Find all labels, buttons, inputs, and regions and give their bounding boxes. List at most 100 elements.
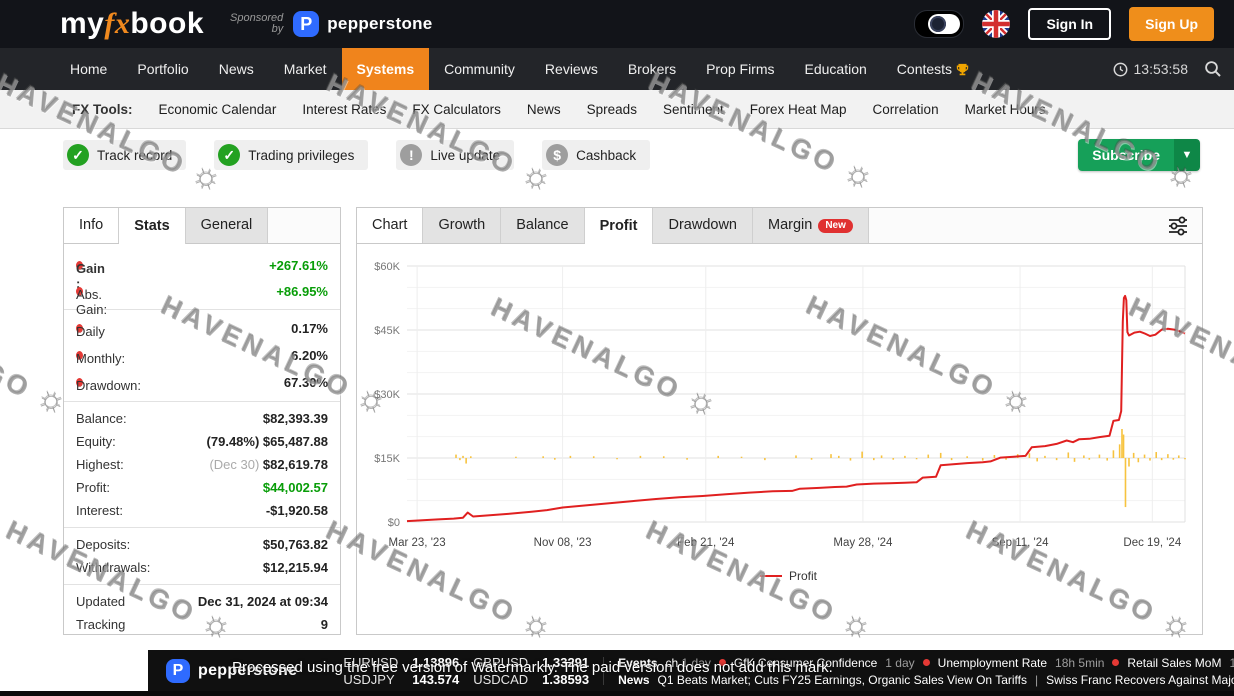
tab-stats[interactable]: Stats [119,208,185,244]
news-item[interactable]: Swiss Franc Recovers Against Majors [1046,673,1234,687]
news-item[interactable]: Q1 Beats Market; Cuts FY25 Earnings, Org… [658,673,1028,687]
news-row: News Q1 Beats Market; Cuts FY25 Earnings… [618,673,1234,687]
nav-item-news[interactable]: News [204,48,269,90]
quote-value: 1.33291 [542,655,589,670]
check-icon: ✓ [218,144,240,166]
stat-row-tracking: Tracking9 [64,613,340,636]
quote-symbol: EURUSD [343,655,398,670]
badge-track-record[interactable]: ✓ Track record [63,140,186,170]
tab-drawdown[interactable]: Drawdown [653,208,753,243]
tab-growth[interactable]: Growth [423,208,501,243]
stat-row-profit: Profit:$44,002.57 [64,476,340,499]
chart-filter-icon[interactable] [1166,214,1190,238]
svg-text:$30K: $30K [374,389,400,401]
quote-value: 1.13896 [412,655,459,670]
badge-live-update[interactable]: ! Live update [396,140,514,170]
nav-item-prop-firms[interactable]: Prop Firms [691,48,789,90]
event-item[interactable]: Unemployment Rate [938,656,1047,670]
clock-icon [1113,62,1128,77]
fx-tools-label: FX Tools: [72,102,133,117]
event-impact-dot [1112,659,1119,666]
sponsored-by-text: Sponsored by [230,13,283,35]
subnav-sentiment[interactable]: Sentiment [663,102,724,117]
nav-item-contests[interactable]: Contests [882,48,984,90]
svg-text:May 28, '24: May 28, '24 [833,537,893,549]
stat-row-interest: Interest:-$1,920.58 [64,499,340,522]
pepperstone-sponsor-link[interactable]: P pepperstone [293,11,432,37]
subnav-fx-calculators[interactable]: FX Calculators [412,102,501,117]
quote-board: EURUSD 1.13896 GBPUSD 1.33291 USDJPY 143… [343,655,589,687]
nav-item-brokers[interactable]: Brokers [613,48,691,90]
search-icon[interactable] [1204,60,1222,78]
subnav-economic-calendar[interactable]: Economic Calendar [159,102,277,117]
new-badge: New [818,219,853,233]
stat-row-daily: Daily0.17% [64,315,340,342]
nav-item-home[interactable]: Home [55,48,122,90]
profit-chart[interactable]: $60K $45K $30K $15K $0 Mar 23, '23 Nov 08, '23… [357,244,1198,632]
nav-item-education[interactable]: Education [790,48,882,90]
footer-pepperstone-link[interactable]: P pepperstone [166,659,297,683]
exclamation-icon: ! [400,144,422,166]
gear-icon [930,16,946,32]
nav-item-systems[interactable]: Systems [342,48,430,90]
svg-text:Sep 11, '24: Sep 11, '24 [992,537,1050,549]
svg-text:$45K: $45K [374,325,400,337]
quote-value: 143.574 [412,672,459,687]
svg-text:$15K: $15K [374,453,400,465]
legend-profit-label: Profit [789,569,818,583]
footer-divider [603,657,604,685]
nav-item-reviews[interactable]: Reviews [530,48,613,90]
subnav-correlation[interactable]: Correlation [873,102,939,117]
stat-row-drawdown: Drawdown:67.30% [64,369,340,396]
subnav-forex-heat-map[interactable]: Forex Heat Map [750,102,847,117]
stat-row-equity: Equity:(79.48%) $65,487.88 [64,430,340,453]
svg-text:Dec 19, '24: Dec 19, '24 [1123,537,1181,549]
verification-badges: ✓ Track record ✓ Trading privileges ! Li… [63,140,650,170]
sign-up-button[interactable]: Sign Up [1129,7,1214,41]
event-item[interactable]: Retail Sales MoM [1127,656,1221,670]
stats-card: Info Stats General Gain :+267.61% Abs. G… [63,207,341,635]
badge-cashback[interactable]: $ Cashback [542,140,650,170]
quote-value: 1.38593 [542,672,589,687]
tab-balance[interactable]: Balance [501,208,584,243]
quote-symbol: USDCAD [473,672,528,687]
nav-item-market[interactable]: Market [269,48,342,90]
tab-profit[interactable]: Profit [585,208,654,244]
dark-mode-toggle[interactable] [914,10,964,38]
subnav-interest-rates[interactable]: Interest Rates [302,102,386,117]
subscribe-button[interactable]: Subscribe ▼ [1078,139,1200,171]
myfxbook-logo[interactable]: myfxbook [60,7,204,41]
nav-item-community[interactable]: Community [429,48,530,90]
svg-text:Mar 23, '23: Mar 23, '23 [389,537,446,549]
nav-item-portfolio[interactable]: Portfolio [122,48,203,90]
stat-row-monthly: Monthly:6.20% [64,342,340,369]
event-item-partial[interactable]: ch 1 day [666,656,711,670]
sign-in-button[interactable]: Sign In [1028,8,1111,40]
subnav-spreads[interactable]: Spreads [587,102,637,117]
subnav-news[interactable]: News [527,102,561,117]
chevron-down-icon: ▼ [1174,139,1200,171]
server-clock: 13:53:58 [1113,61,1189,77]
pepperstone-logo-icon: P [293,11,319,37]
dollar-icon: $ [546,144,568,166]
svg-text:$60K: $60K [374,261,400,273]
pepperstone-logo-icon: P [166,659,190,683]
events-row: Events ch 1 day GfK Consumer Confidence1… [618,656,1234,670]
bottom-strip [0,691,1234,696]
quote-symbol: GBPUSD [473,655,528,670]
svg-text:$0: $0 [388,517,400,529]
uk-flag-icon[interactable] [982,10,1010,38]
subnav-market-hours[interactable]: Market Hours [965,102,1046,117]
tab-general[interactable]: General [186,208,269,243]
svg-text:Feb 21, '24: Feb 21, '24 [677,537,735,549]
tab-chart[interactable]: Chart [357,208,423,243]
tab-info[interactable]: Info [64,208,119,243]
footer-ticker: P pepperstone EURUSD 1.13896 GBPUSD 1.33… [148,650,1234,692]
badge-trading-privileges[interactable]: ✓ Trading privileges [214,140,368,170]
event-item[interactable]: GfK Consumer Confidence [734,656,877,670]
stat-row-deposits: Deposits:$50,763.82 [64,533,340,556]
svg-text:Nov 08, '23: Nov 08, '23 [534,537,592,549]
tab-margin[interactable]: Margin New [753,208,869,243]
stat-row-gain: Gain :+267.61% [64,252,340,278]
stat-row-abs-gain: Abs. Gain:+86.95% [64,278,340,304]
